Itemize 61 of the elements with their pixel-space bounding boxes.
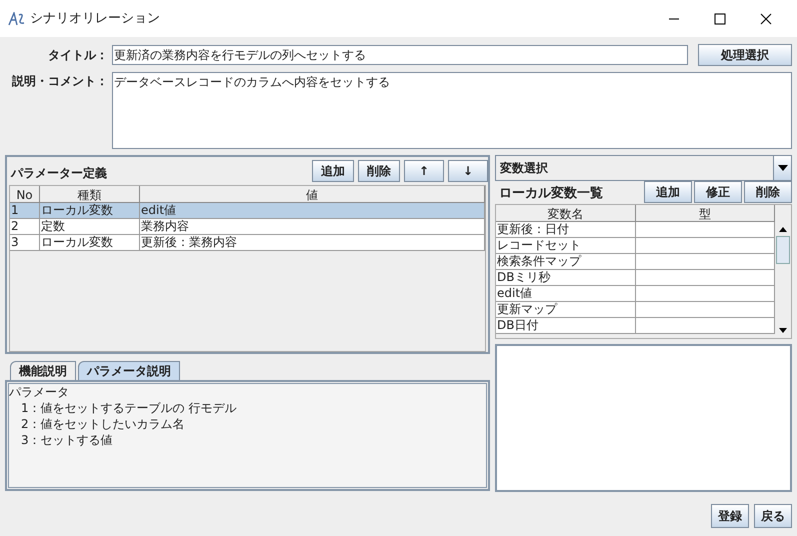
variable-button[interactable]: 削除	[744, 181, 792, 203]
title-input-field[interactable]: 更新済の業務内容を行モデルの列へセットする	[112, 45, 688, 65]
comment-label: 説明・コメント：	[10, 73, 109, 90]
column-header[interactable]: No	[10, 186, 40, 202]
footer-button[interactable]: 登録	[711, 504, 749, 528]
column-header[interactable]: 型	[636, 205, 775, 221]
caret-icon	[773, 156, 791, 180]
help-tab[interactable]: パラメータ説明	[78, 361, 180, 380]
table-cell: 2	[10, 219, 40, 234]
close-icon	[760, 12, 772, 24]
variable-row[interactable]: レコードセット	[496, 238, 775, 254]
title-label: タイトル：	[47, 47, 109, 64]
table-cell: 業務内容	[140, 219, 485, 234]
table-cell: 更新マップ	[496, 302, 636, 317]
parameter-button[interactable]: ↑	[404, 160, 444, 182]
footer-button[interactable]: 戻る	[754, 504, 792, 528]
parameter-row[interactable]: 1 ローカル変数 edit値	[10, 203, 485, 219]
table-cell: 定数	[40, 219, 140, 234]
parameter-button[interactable]: 削除	[358, 160, 400, 182]
table-cell: 更新後：日付	[496, 222, 636, 237]
help-tab[interactable]: 機能説明	[10, 361, 76, 380]
parameter-row[interactable]: 2 定数 業務内容	[10, 219, 485, 235]
table-cell: レコードセット	[496, 238, 636, 253]
parameter-row[interactable]: 3 ローカル変数 更新後：業務内容	[10, 235, 485, 251]
variable-button[interactable]: 修正	[694, 181, 742, 203]
table-cell: 1	[10, 203, 40, 218]
maximize-icon	[714, 12, 726, 24]
table-cell: 検索条件マップ	[496, 254, 636, 269]
help-line: 1：値をセットするテーブルの 行モデル	[20, 400, 236, 416]
help-line: 2：値をセットしたいカラム名	[20, 416, 185, 432]
dropdown-value: 変数選択	[499, 160, 549, 177]
variable-button[interactable]: 追加	[644, 181, 692, 203]
variable-row[interactable]: 検索条件マップ	[496, 254, 775, 270]
table-cell: edit値	[140, 203, 485, 218]
variable-row[interactable]: 更新後：日付	[496, 222, 775, 238]
comment-text-area[interactable]: データベースレコードのカラムへ内容をセットする	[112, 72, 792, 149]
local-variable-heading: ローカル変数一覧	[498, 184, 604, 202]
variable-row[interactable]: 更新マップ	[496, 302, 775, 318]
window-title: シナリオリレーション	[30, 10, 160, 28]
column-header[interactable]: 値	[140, 186, 485, 202]
parameter-button[interactable]: ↓	[448, 160, 488, 182]
process-select-button[interactable]: 処理選択	[698, 44, 792, 66]
parameter-heading: パラメーター定義	[10, 165, 108, 182]
column-header[interactable]: 変数名	[496, 205, 636, 221]
table-cell: DBミリ秒	[496, 270, 636, 285]
help-line: 3：セットする値	[20, 432, 113, 448]
table-cell: edit値	[496, 286, 636, 301]
variable-row[interactable]: edit値	[496, 286, 775, 302]
app-logo-icon	[8, 12, 26, 26]
table-cell: 3	[10, 235, 40, 250]
table-cell: 更新後：業務内容	[140, 235, 485, 250]
table-cell: DB日付	[496, 318, 636, 333]
variable-row[interactable]: DB日付	[496, 318, 775, 334]
variable-dropdown[interactable]: 変数選択	[495, 155, 792, 181]
column-header[interactable]: 種類	[40, 186, 140, 202]
scroll-thumb[interactable]	[776, 236, 790, 264]
table-cell: ローカル変数	[40, 203, 140, 218]
variable-row[interactable]: DBミリ秒	[496, 270, 775, 286]
help-heading: パラメータ	[9, 384, 69, 400]
table-cell: ローカル変数	[40, 235, 140, 250]
parameter-button[interactable]: 追加	[312, 160, 354, 182]
